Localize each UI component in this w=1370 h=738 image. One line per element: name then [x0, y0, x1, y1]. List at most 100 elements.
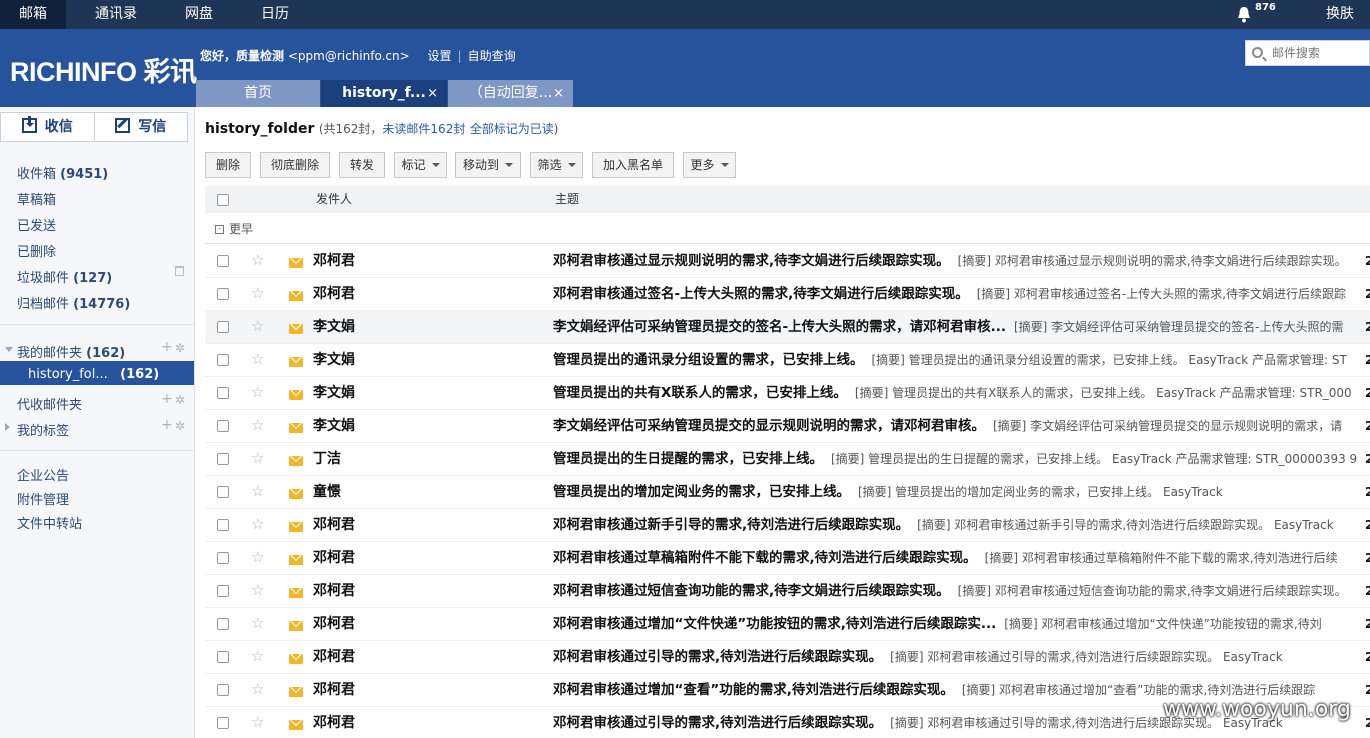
row-checkbox[interactable]: [217, 321, 229, 333]
tab-calendar[interactable]: 日历: [246, 0, 304, 29]
row-subject-cell[interactable]: 邓柯君审核通过显示规则说明的需求,待李文娟进行后续跟踪实现。 [摘要] 邓柯君审核…: [553, 245, 1370, 278]
row-sender[interactable]: 李文娟: [313, 410, 355, 443]
row-subject[interactable]: 李文娟经评估可采纳管理员提交的签名-上传大头照的需求，请邓柯君审核...: [553, 319, 1006, 335]
header-subject[interactable]: 主题: [555, 186, 579, 213]
row-sender[interactable]: 邓柯君: [313, 641, 355, 674]
gear-icon[interactable]: ✲: [175, 419, 185, 433]
sidebar-item-my-folders[interactable]: 我的邮件夹 (162): [17, 342, 125, 361]
table-row[interactable]: ☆ 邓柯君 邓柯君审核通过短信查询功能的需求,待李文娟进行后续跟踪实现。 [摘要] 邓…: [205, 575, 1370, 608]
tab-auto-reply[interactable]: （自动回复... ×: [448, 80, 573, 107]
row-checkbox[interactable]: [217, 519, 229, 531]
sidebar-item-drafts[interactable]: 草稿箱: [17, 189, 56, 208]
row-sender[interactable]: 李文娟: [313, 311, 355, 344]
row-checkbox[interactable]: [217, 651, 229, 663]
row-subject[interactable]: 邓柯君审核通过增加“文件快递”功能按钮的需求,待刘浩进行后续跟踪实...: [553, 616, 996, 632]
row-checkbox[interactable]: [217, 288, 229, 300]
table-row[interactable]: ☆ 童憬 管理员提出的增加定阅业务的需求，已安排上线。 [摘要] 管理员提出的增加定阅…: [205, 476, 1370, 509]
sidebar-item-proxy[interactable]: 代收邮件夹: [17, 394, 82, 413]
blacklist-button[interactable]: 加入黑名单: [592, 152, 674, 178]
unread-link[interactable]: 未读邮件162封: [382, 122, 465, 136]
row-sender[interactable]: 邓柯君: [313, 278, 355, 311]
bell-icon[interactable]: [1237, 6, 1251, 23]
star-icon[interactable]: ☆: [251, 713, 264, 731]
row-subject[interactable]: 李文娟经评估可采纳管理员提交的显示规则说明的需求，请邓柯君审核。: [553, 418, 985, 434]
table-row[interactable]: ☆ 邓柯君 邓柯君审核通过新手引导的需求,待刘浩进行后续跟踪实现。 [摘要] 邓柯君审…: [205, 509, 1370, 542]
star-icon[interactable]: ☆: [251, 581, 264, 599]
star-icon[interactable]: ☆: [251, 284, 264, 302]
row-subject[interactable]: 邓柯君审核通过增加“查看”功能的需求,待刘浩进行后续跟踪实现。: [553, 682, 954, 698]
collapse-icon[interactable]: [5, 347, 13, 352]
star-icon[interactable]: ☆: [251, 647, 264, 665]
row-sender[interactable]: 邓柯君: [313, 707, 355, 738]
row-checkbox[interactable]: [217, 717, 229, 729]
table-row[interactable]: ☆ 邓柯君 邓柯君审核通过显示规则说明的需求,待李文娟进行后续跟踪实现。 [摘要] 邓…: [205, 245, 1370, 278]
write-button[interactable]: 写信: [93, 113, 188, 141]
sidebar-item-sent[interactable]: 已发送: [17, 215, 56, 234]
row-subject[interactable]: 邓柯君审核通过草稿箱附件不能下载的需求,待刘浩进行后续跟踪实现。: [553, 550, 977, 566]
sidebar-item-archive[interactable]: 归档邮件 (14776): [17, 293, 130, 312]
receive-button[interactable]: 收信: [1, 113, 94, 141]
table-row[interactable]: ☆ 邓柯君 邓柯君审核通过草稿箱附件不能下载的需求,待刘浩进行后续跟踪实现。 [摘要]…: [205, 542, 1370, 575]
perm-delete-button[interactable]: 彻底删除: [260, 152, 330, 178]
star-icon[interactable]: ☆: [251, 614, 264, 632]
gear-icon[interactable]: ✲: [175, 393, 185, 407]
collapse-icon[interactable]: -: [215, 225, 224, 234]
row-checkbox[interactable]: [217, 684, 229, 696]
close-icon[interactable]: ×: [553, 80, 564, 107]
row-subject[interactable]: 邓柯君审核通过签名-上传大头照的需求,待李文娟进行后续跟踪实现。: [553, 286, 969, 302]
auto-query-link[interactable]: 自助查询: [468, 49, 516, 63]
star-icon[interactable]: ☆: [251, 680, 264, 698]
close-icon[interactable]: ×: [427, 80, 438, 107]
row-sender[interactable]: 邓柯君: [313, 575, 355, 608]
tab-netdisk[interactable]: 网盘: [170, 0, 228, 29]
row-subject[interactable]: 管理员提出的共有X联系人的需求，已安排上线。: [553, 385, 847, 401]
row-subject[interactable]: 邓柯君审核通过引导的需求,待刘浩进行后续跟踪实现。: [553, 649, 882, 665]
row-checkbox[interactable]: [217, 387, 229, 399]
row-subject-cell[interactable]: 邓柯君审核通过新手引导的需求,待刘浩进行后续跟踪实现。 [摘要] 邓柯君审核通过新…: [553, 509, 1370, 542]
row-sender[interactable]: 李文娟: [313, 377, 355, 410]
select-all-checkbox[interactable]: [217, 194, 229, 206]
mark-all-read-link[interactable]: 全部标记为已读: [470, 122, 554, 136]
row-subject-cell[interactable]: 管理员提出的通讯录分组设置的需求，已安排上线。 [摘要] 管理员提出的通讯录分组设…: [553, 344, 1370, 377]
row-subject-cell[interactable]: 邓柯君审核通过引导的需求,待刘浩进行后续跟踪实现。 [摘要] 邓柯君审核通过引导的…: [553, 641, 1370, 674]
sidebar-item-deleted[interactable]: 已删除: [17, 241, 56, 260]
row-subject-cell[interactable]: 李文娟经评估可采纳管理员提交的签名-上传大头照的需求，请邓柯君审核... [摘要]…: [553, 311, 1370, 344]
row-subject[interactable]: 邓柯君审核通过新手引导的需求,待刘浩进行后续跟踪实现。: [553, 517, 909, 533]
row-subject[interactable]: 管理员提出的生日提醒的需求，已安排上线。: [553, 451, 823, 467]
more-dropdown[interactable]: 更多: [683, 152, 736, 178]
tab-contacts[interactable]: 通讯录: [80, 0, 152, 29]
star-icon[interactable]: ☆: [251, 251, 264, 269]
star-icon[interactable]: ☆: [251, 350, 264, 368]
table-row[interactable]: ☆ 邓柯君 邓柯君审核通过签名-上传大头照的需求,待李文娟进行后续跟踪实现。 [摘要]…: [205, 278, 1370, 311]
sidebar-history-label[interactable]: history_fol... (162): [28, 367, 159, 382]
row-sender[interactable]: 邓柯君: [313, 509, 355, 542]
row-sender[interactable]: 李文娟: [313, 344, 355, 377]
mark-dropdown[interactable]: 标记: [394, 152, 447, 178]
tab-history-folder[interactable]: history_f... ×: [321, 80, 447, 107]
row-sender[interactable]: 邓柯君: [313, 608, 355, 641]
row-subject[interactable]: 邓柯君审核通过引导的需求,待刘浩进行后续跟踪实现。: [553, 715, 882, 731]
row-subject-cell[interactable]: 李文娟经评估可采纳管理员提交的显示规则说明的需求，请邓柯君审核。 [摘要] 李文娟…: [553, 410, 1370, 443]
sidebar-item-transfer[interactable]: 文件中转站: [17, 513, 82, 532]
skin-button[interactable]: 换肤: [1326, 0, 1354, 29]
star-icon[interactable]: ☆: [251, 449, 264, 467]
filter-dropdown[interactable]: 筛选: [530, 152, 583, 178]
row-sender[interactable]: 邓柯君: [313, 674, 355, 707]
expand-icon[interactable]: [5, 423, 10, 431]
tab-mailbox[interactable]: 邮箱: [0, 0, 66, 29]
table-row[interactable]: ☆ 李文娟 李文娟经评估可采纳管理员提交的显示规则说明的需求，请邓柯君审核。 [摘要]…: [205, 410, 1370, 443]
row-subject-cell[interactable]: 管理员提出的生日提醒的需求，已安排上线。 [摘要] 管理员提出的生日提醒的需求，已…: [553, 443, 1370, 476]
delete-button[interactable]: 删除: [205, 152, 251, 178]
star-icon[interactable]: ☆: [251, 317, 264, 335]
header-sender[interactable]: 发件人: [316, 186, 352, 213]
add-icon[interactable]: +: [161, 339, 173, 355]
row-sender[interactable]: 邓柯君: [313, 542, 355, 575]
row-checkbox[interactable]: [217, 354, 229, 366]
sidebar-item-attachments[interactable]: 附件管理: [17, 489, 69, 508]
row-checkbox[interactable]: [217, 618, 229, 630]
row-checkbox[interactable]: [217, 486, 229, 498]
settings-link[interactable]: 设置: [428, 49, 452, 63]
add-icon[interactable]: +: [161, 417, 173, 433]
group-earlier[interactable]: - 更早: [205, 214, 1370, 244]
forward-button[interactable]: 转发: [339, 152, 385, 178]
